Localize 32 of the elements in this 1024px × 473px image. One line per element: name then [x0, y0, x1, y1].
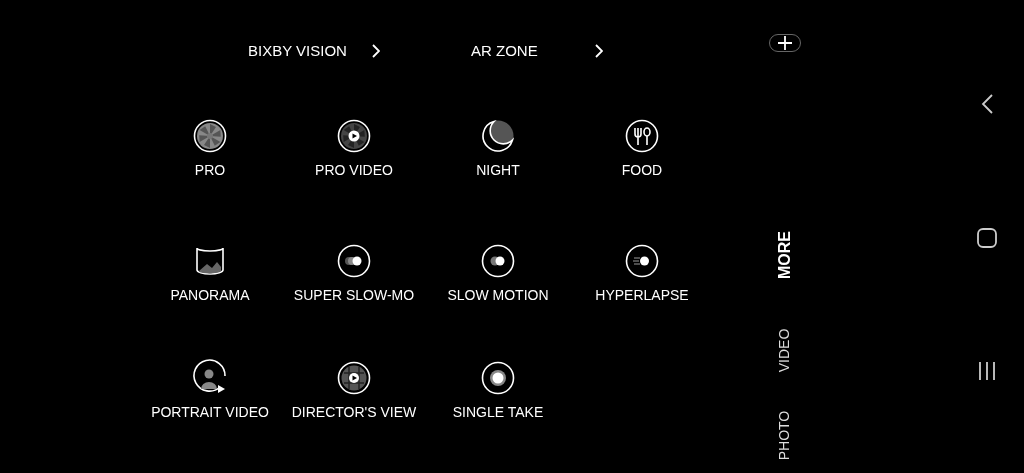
mode-link[interactable]: AR ZONE — [471, 39, 694, 63]
moon-icon — [481, 119, 515, 153]
camera-mode[interactable]: FOOD — [570, 119, 714, 179]
aperture-play-icon — [337, 119, 371, 153]
mode-tab[interactable]: PHOTO — [774, 410, 796, 460]
camera-mode[interactable]: PRO VIDEO — [282, 119, 426, 179]
camera-mode[interactable]: PORTRAIT VIDEO — [138, 361, 282, 421]
mode-link[interactable]: BIXBY VISION — [248, 39, 471, 63]
back-icon[interactable] — [981, 94, 993, 114]
person-play-icon — [193, 361, 227, 395]
home-icon[interactable] — [977, 228, 997, 248]
camera-mode[interactable]: SUPER SLOW-MO — [282, 244, 426, 304]
film-play-icon — [337, 361, 371, 395]
camera-mode[interactable]: NIGHT — [426, 119, 570, 179]
camera-mode[interactable]: SLOW MOTION — [426, 244, 570, 304]
camera-mode[interactable]: HYPERLAPSE — [570, 244, 714, 304]
camera-mode[interactable]: PANORAMA — [138, 244, 282, 304]
fork-spoon-icon — [625, 119, 659, 153]
plus-icon — [778, 36, 792, 50]
camera-mode[interactable]: SINGLE TAKE — [426, 361, 570, 421]
speed-dot-icon — [625, 244, 659, 278]
camera-mode[interactable]: DIRECTOR'S VIEW — [282, 361, 426, 421]
chevron-right-icon — [372, 44, 380, 58]
toggle-dots-icon — [481, 244, 515, 278]
mode-tab[interactable]: MORE — [773, 231, 797, 279]
camera-mode[interactable]: PRO — [138, 119, 282, 179]
record-icon — [481, 361, 515, 395]
mode-tab[interactable]: VIDEO — [774, 328, 796, 372]
toggle-dots-icon — [337, 244, 371, 278]
aperture-icon — [193, 119, 227, 153]
chevron-right-icon — [595, 44, 603, 58]
recents-icon[interactable] — [977, 361, 997, 381]
